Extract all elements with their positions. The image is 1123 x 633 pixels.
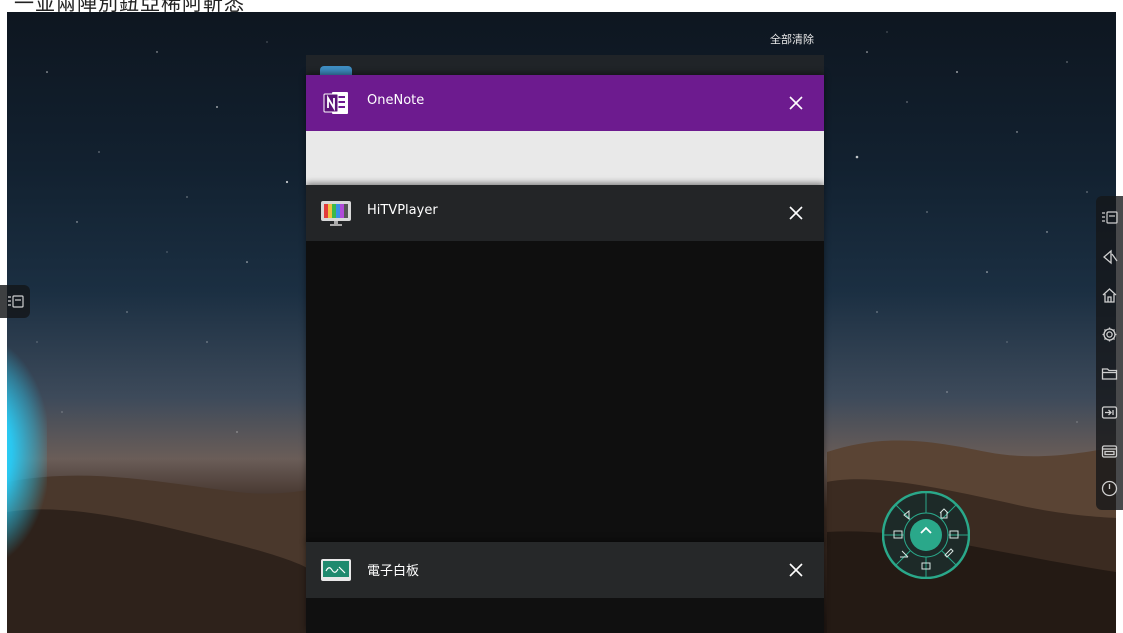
- card-header: 電子白板: [306, 542, 824, 598]
- folder-icon[interactable]: [1101, 365, 1118, 382]
- header-caption: 一並兩陣別鈕亞稀阿靳悉: [14, 0, 245, 12]
- close-icon[interactable]: [784, 558, 808, 582]
- home-icon[interactable]: [1101, 287, 1118, 304]
- recent-card-hitvplayer[interactable]: HiTVPlayer: [306, 185, 824, 545]
- power-icon[interactable]: [1101, 480, 1118, 497]
- tv-player-icon: [320, 198, 352, 228]
- header-band: 一並兩陣別鈕亞稀阿靳悉: [0, 0, 1123, 12]
- close-icon[interactable]: [784, 201, 808, 225]
- close-icon[interactable]: [784, 91, 808, 115]
- floating-menu[interactable]: [882, 491, 970, 579]
- card-title: OneNote: [367, 93, 425, 108]
- clear-all-button[interactable]: 全部清除: [770, 31, 814, 47]
- side-dock-left: [0, 285, 30, 318]
- card-preview: [306, 241, 824, 545]
- recent-card-whiteboard[interactable]: 電子白板: [306, 542, 824, 633]
- settings-icon[interactable]: [1101, 326, 1118, 343]
- input-source-icon[interactable]: [1101, 404, 1118, 421]
- back-icon[interactable]: [1101, 248, 1118, 265]
- recent-apps-icon[interactable]: [1101, 209, 1118, 226]
- side-dock-right: [1096, 196, 1123, 510]
- recent-card-onenote[interactable]: OneNote: [306, 75, 824, 185]
- card-header: OneNote: [306, 75, 824, 131]
- screen-icon[interactable]: [1101, 443, 1118, 460]
- card-preview: [306, 131, 824, 185]
- whiteboard-icon: [320, 555, 352, 585]
- recent-apps-icon[interactable]: [7, 293, 24, 310]
- onenote-icon: [320, 88, 352, 118]
- card-title: HiTVPlayer: [367, 203, 438, 218]
- cyan-glow: [7, 342, 47, 562]
- card-header: HiTVPlayer: [306, 185, 824, 241]
- card-preview: [306, 598, 824, 633]
- card-title: 電子白板: [367, 564, 420, 579]
